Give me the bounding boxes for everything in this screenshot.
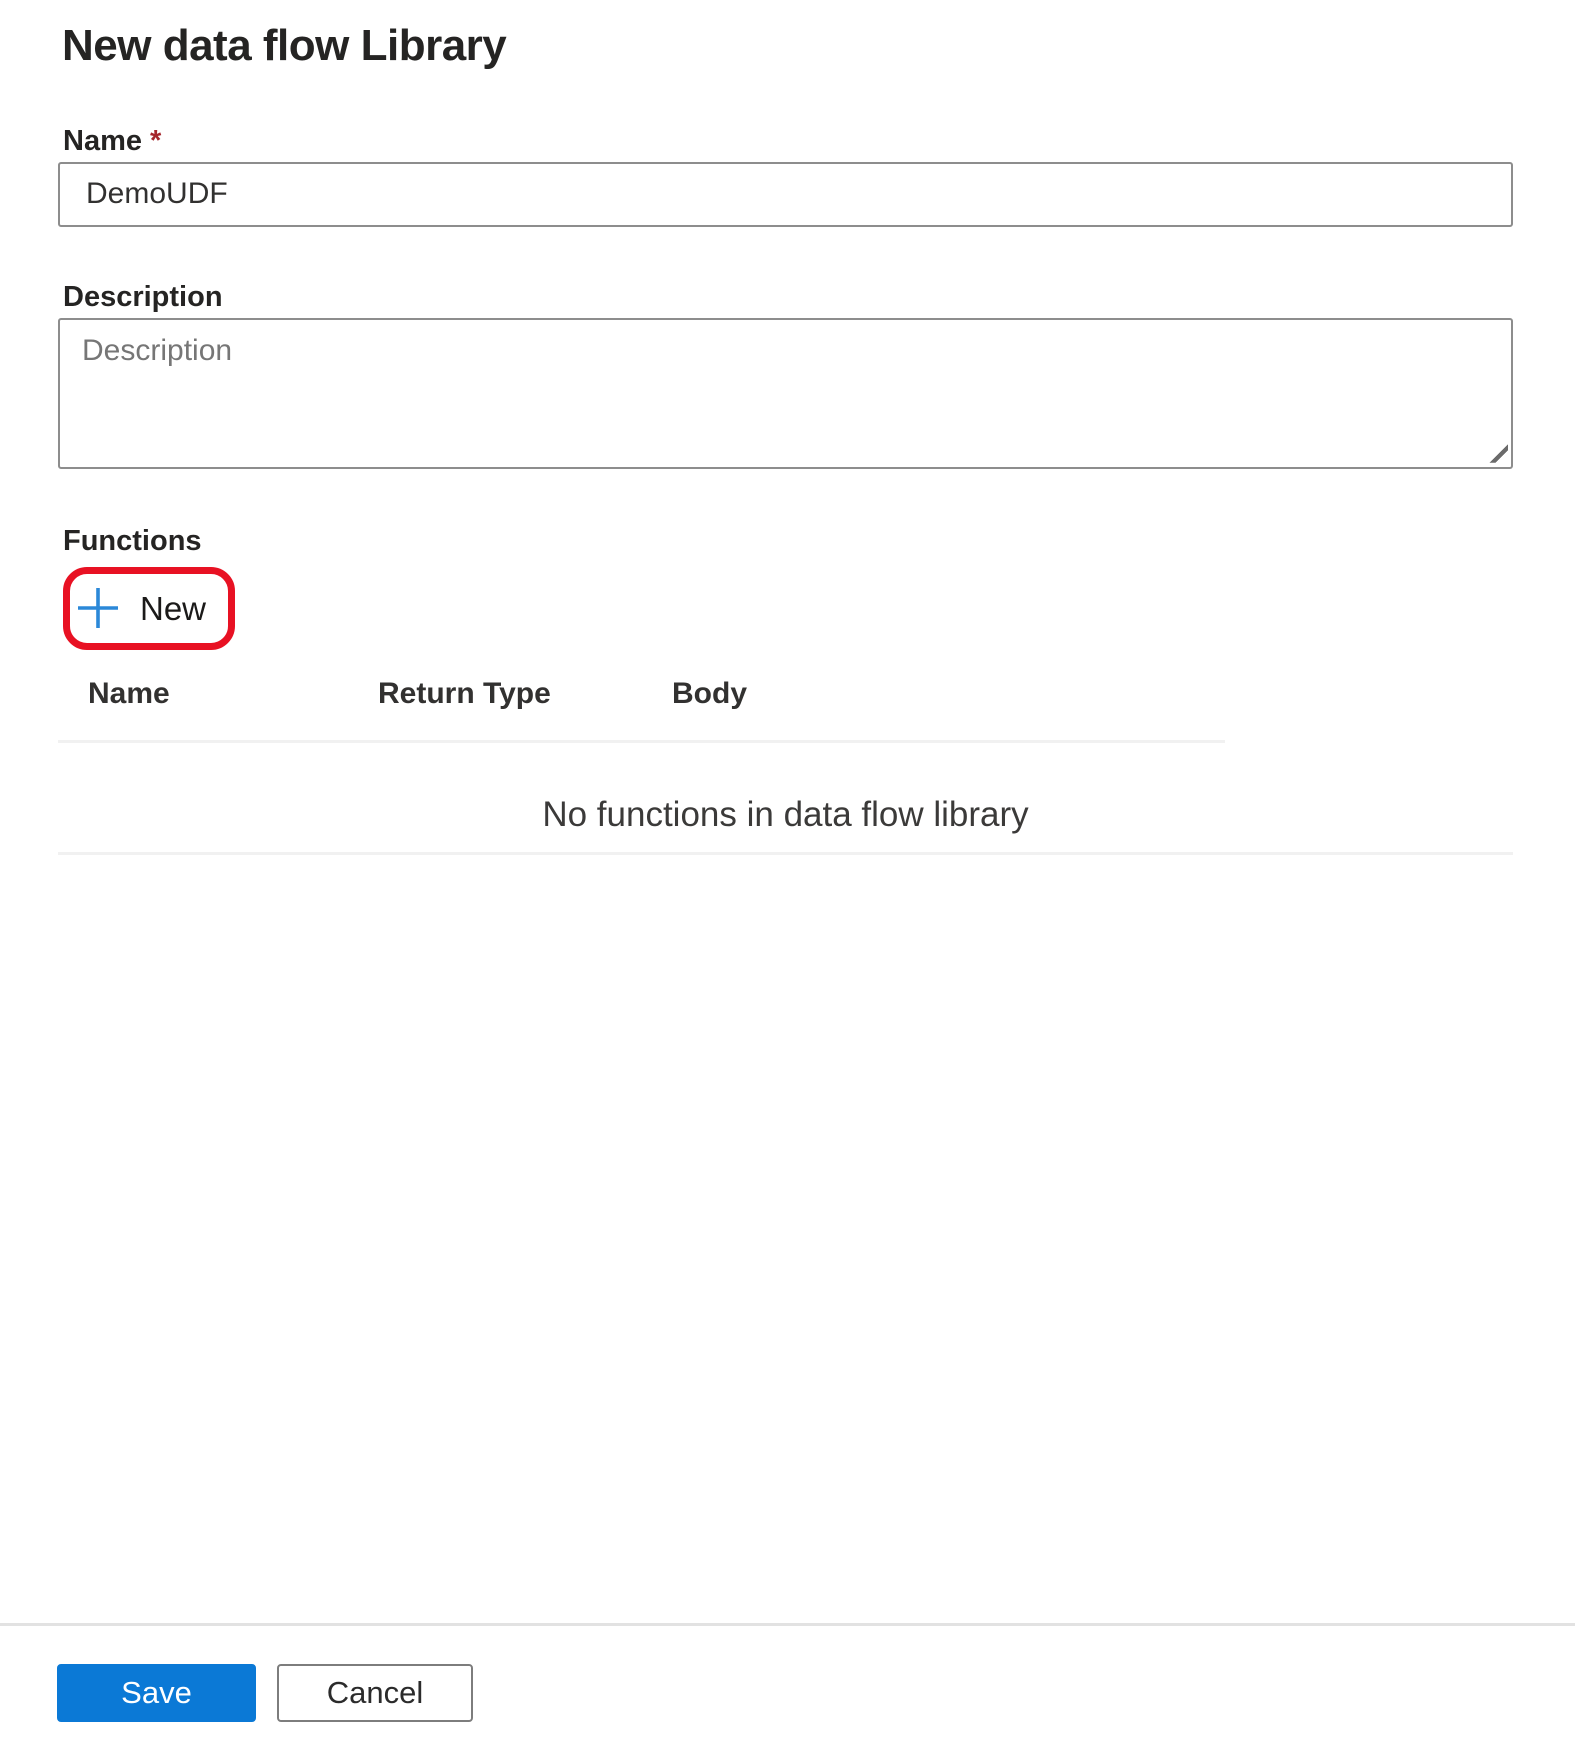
- name-label-text: Name: [63, 124, 142, 157]
- column-header-body: Body: [672, 676, 747, 710]
- plus-icon: [78, 588, 118, 629]
- cancel-button[interactable]: Cancel: [277, 1664, 473, 1722]
- functions-table-empty-row: No functions in data flow library: [58, 743, 1513, 855]
- column-header-name: Name: [88, 676, 170, 710]
- name-input[interactable]: [58, 161, 1513, 227]
- new-data-flow-library-panel: New data flow Library Name* Description …: [0, 0, 1575, 855]
- empty-state-message: No functions in data flow library: [542, 794, 1029, 834]
- footer-action-bar: Save Cancel: [0, 1623, 1575, 1722]
- save-button[interactable]: Save: [57, 1664, 256, 1722]
- new-function-button-highlighted[interactable]: New: [63, 566, 236, 650]
- functions-section-label: Functions: [63, 524, 202, 557]
- new-button-label: New: [140, 589, 207, 627]
- description-field-label: Description: [63, 280, 223, 313]
- description-textarea[interactable]: [58, 317, 1513, 469]
- page-title: New data flow Library: [62, 21, 507, 70]
- name-field-label: Name *: [63, 121, 1513, 161]
- required-asterisk: *: [150, 124, 162, 157]
- functions-table: Name Return Type Body No functions in da…: [58, 666, 1513, 855]
- description-textarea-wrap: [58, 317, 1513, 469]
- column-header-return-type: Return Type: [378, 676, 551, 710]
- functions-table-header: Name Return Type Body: [58, 666, 1225, 743]
